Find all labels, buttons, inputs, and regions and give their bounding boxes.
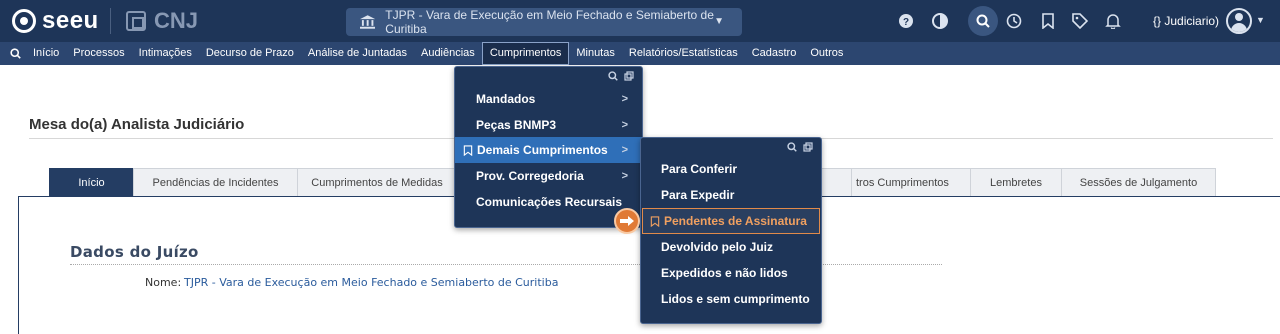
logo-text: seeu bbox=[42, 7, 99, 34]
svg-text:?: ? bbox=[903, 17, 909, 28]
cnj-text: CNJ bbox=[154, 8, 199, 33]
seeu-logo-icon bbox=[12, 9, 36, 33]
menu-processos[interactable]: Processos bbox=[66, 42, 131, 65]
tab-cumprimentos-de-medidas[interactable]: Cumprimentos de Medidas bbox=[297, 168, 457, 197]
menu-item-pecas-bnmp3[interactable]: Peças BNMP3 > bbox=[455, 112, 642, 138]
tab-inicio[interactable]: Início bbox=[49, 168, 134, 197]
history-icon[interactable] bbox=[1004, 11, 1024, 31]
menu-decurso-de-prazo[interactable]: Decurso de Prazo bbox=[199, 42, 301, 65]
main-menu-bar: Início Processos Intimações Decurso de P… bbox=[0, 42, 1280, 65]
logo-divider bbox=[110, 8, 111, 34]
court-selector[interactable]: TJPR - Vara de Execução em Meio Fechado … bbox=[346, 8, 742, 36]
menu-item-para-conferir[interactable]: Para Conferir bbox=[641, 156, 821, 182]
chevron-right-icon: > bbox=[621, 119, 628, 131]
dropdown-tools bbox=[787, 142, 813, 152]
para-expedir-label: Para Expedir bbox=[661, 188, 735, 202]
demais-cumprimentos-label: Demais Cumprimentos bbox=[477, 143, 608, 157]
devolvido-pelo-juiz-label: Devolvido pelo Juiz bbox=[661, 240, 774, 254]
search-icon[interactable] bbox=[608, 71, 618, 81]
menu-item-demais-cumprimentos[interactable]: Demais Cumprimentos > bbox=[455, 137, 642, 163]
building-icon bbox=[360, 15, 376, 29]
search-icon[interactable] bbox=[968, 6, 998, 36]
prov-corregedoria-label: Prov. Corregedoria bbox=[476, 169, 584, 183]
menu-item-pendentes-de-assinatura[interactable]: Pendentes de Assinatura bbox=[642, 208, 820, 234]
nome-value: TJPR - Vara de Execução em Meio Fechado … bbox=[184, 276, 559, 289]
menu-cadastro[interactable]: Cadastro bbox=[745, 42, 804, 65]
demais-cumprimentos-submenu: Para Conferir Para Expedir Pendentes de … bbox=[640, 137, 822, 324]
menu-relatorios[interactable]: Relatórios/Estatísticas bbox=[622, 42, 745, 65]
tab-lembretes[interactable]: Lembretes bbox=[970, 168, 1062, 197]
menu-audiencias[interactable]: Audiências bbox=[414, 42, 482, 65]
menu-item-prov-corregedoria[interactable]: Prov. Corregedoria > bbox=[455, 163, 642, 189]
menu-outros[interactable]: Outros bbox=[803, 42, 850, 65]
pendentes-de-assinatura-label: Pendentes de Assinatura bbox=[664, 214, 807, 228]
chevron-right-icon: > bbox=[621, 144, 628, 156]
next-section-heading bbox=[70, 322, 190, 334]
menu-item-para-expedir[interactable]: Para Expedir bbox=[641, 182, 821, 208]
user-avatar-icon[interactable] bbox=[1226, 8, 1252, 34]
menu-cumprimentos[interactable]: Cumprimentos bbox=[481, 42, 570, 65]
dados-do-juizo-heading: Dados do Juízo bbox=[70, 243, 199, 261]
menu-item-comunicacoes-recursais[interactable]: Comunicações Recursais bbox=[455, 189, 642, 215]
menu-item-mandados[interactable]: Mandados > bbox=[455, 86, 642, 112]
menu-search-icon[interactable] bbox=[4, 42, 26, 65]
user-label[interactable]: {} Judiciario) bbox=[1153, 14, 1219, 28]
pointer-hand-icon bbox=[614, 208, 640, 234]
bookmark-icon[interactable] bbox=[463, 144, 473, 156]
mandados-label: Mandados bbox=[476, 92, 536, 106]
seeu-logo[interactable]: seeu bbox=[12, 9, 99, 33]
cnj-logo: CNJ bbox=[126, 8, 198, 34]
contrast-icon[interactable] bbox=[930, 11, 950, 31]
bookmark-icon[interactable] bbox=[650, 215, 660, 227]
cnj-logo-icon bbox=[126, 11, 146, 31]
nome-label: Nome: bbox=[145, 276, 182, 289]
bookmark-icon[interactable] bbox=[1038, 11, 1058, 31]
top-bar: seeu CNJ TJPR - Vara de Execução em Meio… bbox=[0, 0, 1280, 42]
bell-icon[interactable] bbox=[1103, 11, 1123, 31]
menu-intimacoes[interactable]: Intimações bbox=[132, 42, 199, 65]
chevron-down-icon: ▼ bbox=[714, 16, 724, 27]
page-title: Mesa do(a) Analista Judiciário bbox=[29, 116, 245, 133]
chevron-right-icon: > bbox=[621, 170, 628, 182]
dropdown-tools bbox=[608, 71, 634, 81]
para-conferir-label: Para Conferir bbox=[661, 162, 738, 176]
search-icon[interactable] bbox=[787, 142, 797, 152]
help-icon[interactable]: ? bbox=[896, 11, 916, 31]
popout-icon[interactable] bbox=[624, 71, 634, 81]
menu-item-lidos-e-sem-cumprimento[interactable]: Lidos e sem cumprimento bbox=[641, 286, 821, 312]
tab-outros-cumprimentos[interactable]: tros Cumprimentos bbox=[851, 168, 971, 197]
menu-inicio[interactable]: Início bbox=[26, 42, 66, 65]
expedidos-e-nao-lidos-label: Expedidos e não lidos bbox=[661, 266, 788, 280]
menu-item-devolvido-pelo-juiz[interactable]: Devolvido pelo Juiz bbox=[641, 234, 821, 260]
tab-pendencias-de-incidentes[interactable]: Pendências de Incidentes bbox=[133, 168, 298, 197]
lidos-e-sem-cumprimento-label: Lidos e sem cumprimento bbox=[661, 292, 810, 306]
menu-analise-de-juntadas[interactable]: Análise de Juntadas bbox=[301, 42, 414, 65]
user-menu-chevron-icon[interactable]: ▼ bbox=[1256, 15, 1265, 25]
menu-minutas[interactable]: Minutas bbox=[569, 42, 622, 65]
chevron-right-icon: > bbox=[621, 93, 628, 105]
court-name: TJPR - Vara de Execução em Meio Fechado … bbox=[385, 8, 714, 36]
comunicacoes-recursais-label: Comunicações Recursais bbox=[476, 195, 623, 209]
pecas-bnmp3-label: Peças BNMP3 bbox=[476, 118, 557, 132]
popout-icon[interactable] bbox=[803, 142, 813, 152]
tab-sessoes-de-julgamento[interactable]: Sessões de Julgamento bbox=[1061, 168, 1216, 197]
cumprimentos-dropdown: Mandados > Peças BNMP3 > Demais Cumprime… bbox=[454, 66, 643, 228]
menu-item-expedidos-e-nao-lidos[interactable]: Expedidos e não lidos bbox=[641, 260, 821, 286]
tag-icon[interactable] bbox=[1070, 11, 1090, 31]
